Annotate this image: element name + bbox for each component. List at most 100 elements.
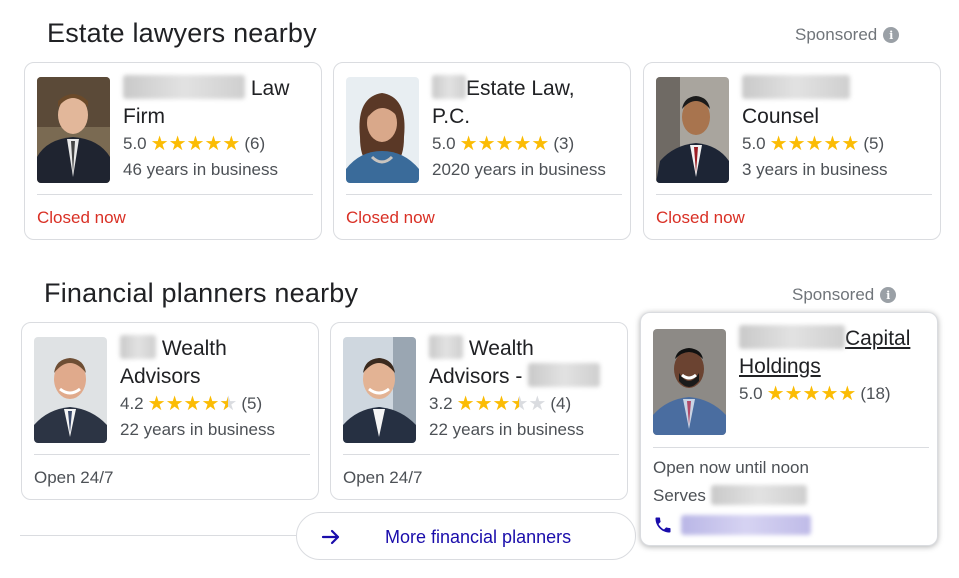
planner-photo [34, 337, 107, 443]
years-in-business: 2020 years in business [432, 160, 606, 179]
hours-status: Closed now [37, 208, 126, 227]
business-name-link[interactable]: Capital Holdings [739, 325, 929, 381]
lawyer-card-2[interactable]: Estate Law, P.C. 5.0 ★ ★ ★ ★ ★ (3) 2020 years i… [333, 62, 631, 240]
lawyer-card-1[interactable]: Law Firm 5.0 ★ ★ ★ ★ ★ (6) 46 years in business… [24, 62, 322, 240]
info-icon[interactable]: i [880, 287, 897, 303]
rating-row: 3.2★★★★★(4) [429, 391, 619, 417]
star-icon: ★ [168, 133, 187, 155]
star-rating: ★ ★ ★ ★ ★ [148, 394, 238, 414]
business-name[interactable]: Wealth Advisors [120, 335, 310, 391]
star-icon: ★ [147, 393, 166, 415]
lawyer-info: Counsel 5.0 ★ ★ ★ ★ ★ (5) 3 years in business [742, 75, 932, 183]
hours-status: Open 24/7 [34, 468, 114, 487]
lawyer-photo [37, 77, 110, 183]
star-icon: ★ [528, 393, 547, 415]
redacted-phone-number[interactable] [681, 515, 811, 535]
redacted-area [710, 485, 807, 505]
years-in-business: 22 years in business [120, 420, 275, 439]
rating-row: 5.0 ★ ★ ★ ★ ★ (6) [123, 133, 266, 155]
rating-row: 5.0 ★ ★ ★ ★ ★ (5) [742, 133, 885, 155]
redacted-name [120, 335, 156, 359]
star-icon: ★ [201, 393, 220, 415]
sponsored-text: Sponsored [792, 285, 875, 304]
planner-photo [343, 337, 416, 443]
info-icon[interactable]: i [883, 27, 900, 43]
star-icon: ★ [823, 133, 842, 155]
star-icon: ★ [766, 383, 785, 405]
star-icon: ★ [459, 133, 478, 155]
lawyer-info: Law Firm 5.0 ★ ★ ★ ★ ★ (6) 46 years in business [123, 75, 313, 183]
star-icon: ★ [787, 133, 806, 155]
arrow-right-icon [321, 529, 340, 545]
star-icon: ★ [838, 383, 857, 405]
planner-info: WealthAdvisors - 3.2★★★★★(4) 22 years in… [429, 335, 619, 443]
star-icon: ★ [841, 133, 860, 155]
hours-status: Closed now [346, 208, 435, 227]
star-icon: ★ [802, 383, 821, 405]
divider [656, 194, 932, 195]
hours-status: Open now until noon [653, 458, 809, 477]
star-icon: ★ [219, 394, 237, 414]
divider [37, 194, 313, 195]
planner-info: Capital Holdings 5.0 ★ ★ ★ ★ ★ (18) [739, 325, 929, 407]
star-icon: ★ [183, 393, 202, 415]
divider [346, 194, 622, 195]
lawyer-info: Estate Law, P.C. 5.0 ★ ★ ★ ★ ★ (3) 2020 years i… [432, 75, 622, 183]
star-icon: ★ [204, 133, 223, 155]
planner-card-2[interactable]: WealthAdvisors - 3.2★★★★★(4) 22 years in… [330, 322, 628, 500]
star-icon: ★ [222, 133, 241, 155]
star-rating: ★ ★ ★ ★ ★ [767, 384, 857, 404]
redacted-name [528, 363, 601, 387]
star-icon: ★ [474, 393, 493, 415]
business-name[interactable]: Counsel [742, 75, 932, 131]
rating-row: 5.0 ★ ★ ★ ★ ★ (3) [432, 133, 575, 155]
planner-info: WealthAdvisors 4.2★★★★★(5) 22 years in b… [120, 335, 310, 443]
redacted-name [739, 325, 845, 349]
section-title-financial-planners: Financial planners nearby [44, 278, 359, 308]
divider [653, 447, 929, 448]
sponsored-label-financial[interactable]: Sponsored i [792, 285, 897, 305]
phone-icon [655, 517, 671, 533]
star-icon: ★ [784, 383, 803, 405]
star-icon: ★ [510, 394, 528, 414]
years-in-business: 22 years in business [429, 420, 584, 439]
planner-card-1[interactable]: WealthAdvisors 4.2★★★★★(5) 22 years in b… [21, 322, 319, 500]
lawyer-photo [656, 77, 729, 183]
star-icon: ★ [495, 133, 514, 155]
sponsored-label-estate[interactable]: Sponsored i [795, 25, 900, 45]
divider [34, 454, 310, 455]
redacted-name [123, 75, 245, 99]
star-icon: ★ [513, 133, 532, 155]
years-in-business: 46 years in business [123, 160, 278, 179]
star-icon: ★ [477, 133, 496, 155]
star-icon: ★ [165, 393, 184, 415]
more-financial-planners-button[interactable]: More financial planners [296, 512, 636, 560]
star-rating: ★ ★ ★ ★ ★ [457, 394, 547, 414]
lawyer-card-3[interactable]: Counsel 5.0 ★ ★ ★ ★ ★ (5) 3 years in business … [643, 62, 941, 240]
star-icon: ★ [769, 133, 788, 155]
serves-area: Serves [653, 485, 807, 506]
business-name[interactable]: Wealth Advisors - [429, 335, 619, 391]
redacted-name [432, 75, 466, 99]
star-rating: ★ ★ ★ ★ ★ [460, 134, 550, 154]
star-icon: ★ [150, 133, 169, 155]
business-name[interactable]: Estate Law, P.C. [432, 75, 622, 131]
sponsored-text: Sponsored [795, 25, 878, 44]
business-name[interactable]: Law Firm [123, 75, 313, 131]
rating-row: 5.0 ★ ★ ★ ★ ★ (18) [739, 383, 891, 405]
more-financial-planners-label: More financial planners [385, 527, 572, 547]
star-icon: ★ [456, 393, 475, 415]
redacted-name [429, 335, 463, 359]
lawyer-photo [346, 77, 419, 183]
hours-status: Closed now [656, 208, 745, 227]
years-in-business: 3 years in business [742, 160, 888, 179]
divider [343, 454, 619, 455]
star-icon: ★ [820, 383, 839, 405]
section-title-estate-lawyers: Estate lawyers nearby [47, 18, 317, 48]
star-icon: ★ [805, 133, 824, 155]
star-icon: ★ [186, 133, 205, 155]
hours-status: Open 24/7 [343, 468, 423, 487]
star-icon: ★ [492, 393, 511, 415]
phone-row[interactable] [653, 515, 811, 535]
planner-card-3[interactable]: Capital Holdings 5.0 ★ ★ ★ ★ ★ (18) Open now un… [640, 312, 938, 546]
